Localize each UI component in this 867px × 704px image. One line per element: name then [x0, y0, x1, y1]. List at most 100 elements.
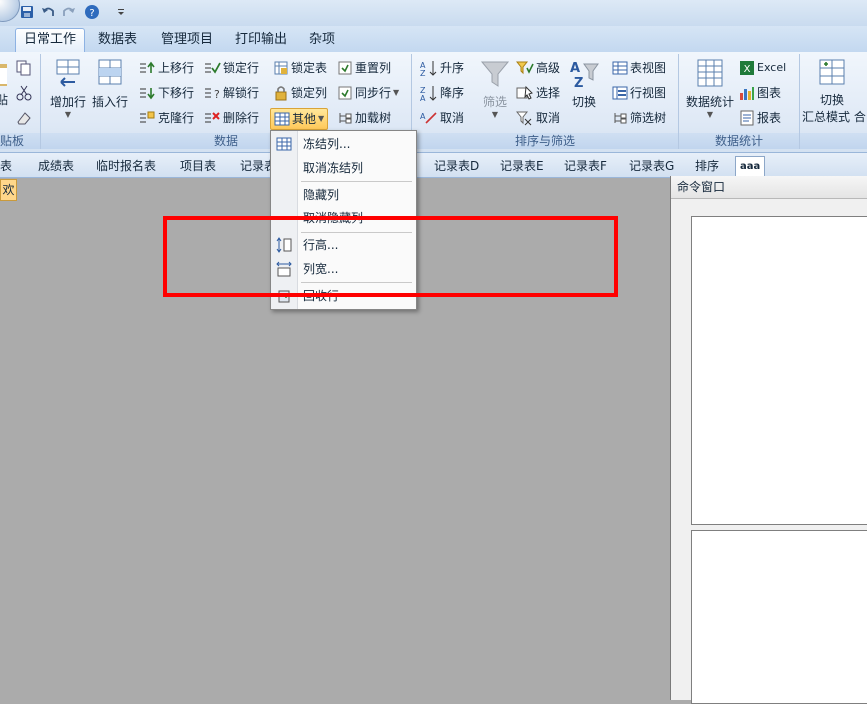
table-view-button[interactable]: 表视图 — [612, 58, 666, 78]
clone-row-button[interactable]: 克隆行 — [138, 108, 194, 128]
sort-desc-button[interactable]: ZA 降序 — [420, 83, 464, 103]
padlock-icon — [275, 86, 287, 101]
ribbon-tab-bar: 日常工作 数据表 管理项目 打印输出 杂项 — [0, 26, 867, 53]
menu-item-unfreeze-columns[interactable]: 取消冻结列 — [271, 157, 416, 179]
tab-misc[interactable]: 杂项 — [301, 29, 343, 51]
insert-row-button[interactable]: 插入行 — [91, 58, 129, 110]
filter-label: 筛选 — [482, 95, 507, 109]
bar-chart-icon — [740, 87, 754, 100]
paste-button[interactable]: 贴 — [0, 62, 10, 108]
summary-mode-icon — [819, 59, 845, 85]
tab-print-output[interactable]: 打印输出 — [227, 29, 295, 51]
filter-button[interactable]: 筛选 ▼ — [478, 58, 512, 119]
paste-label: 贴 — [0, 93, 8, 107]
svg-text:?: ? — [89, 8, 94, 19]
cancel-filter-button[interactable]: 取消 — [516, 108, 560, 128]
other-dropdown-button[interactable]: 其他 ▼ — [270, 108, 329, 130]
clipboard-group: 贴 贴板 — [0, 54, 41, 149]
lock-table-button[interactable]: 锁定表 — [273, 58, 327, 78]
sync-row-button[interactable]: 同步行 ▼ — [337, 83, 399, 103]
switch-summary-button[interactable]: 切换 汇总模式 合 — [802, 58, 866, 125]
cancel-sort-icon: A — [420, 112, 437, 124]
lock-row-icon — [205, 62, 221, 74]
statistics-group: 数据统计 ▼ X Excel 图表 报表 数据统计 — [679, 54, 800, 149]
row-view-button[interactable]: 行视图 — [612, 83, 666, 103]
sheet-tab[interactable]: 项目表 — [180, 156, 216, 176]
sheet-tab[interactable]: 成绩表 — [38, 156, 74, 176]
sheet-tab-active[interactable]: aaa — [735, 156, 766, 177]
freeze-columns-icon — [276, 137, 292, 151]
chart-button[interactable]: 图表 — [739, 83, 781, 103]
sheet-tab[interactable]: 排序 — [695, 156, 719, 176]
undo-icon[interactable] — [39, 3, 57, 21]
tree-icon — [339, 113, 352, 124]
sheet-tab[interactable]: 记录表D — [434, 156, 479, 176]
tab-data-table[interactable]: 数据表 — [90, 29, 145, 51]
delete-row-button[interactable]: 删除行 — [203, 108, 259, 128]
sort-asc-button[interactable]: AZ 升序 — [420, 58, 464, 78]
eraser-icon[interactable] — [16, 110, 32, 129]
load-tree-button[interactable]: 加载树 — [337, 108, 391, 128]
toggle-sort-button[interactable]: AZ 切换 — [564, 58, 604, 110]
ribbon: 贴 贴板 增加行 ▼ 插入行 上移行 下移行 克隆行 锁定行 ? 解锁行 删除行… — [0, 52, 867, 153]
data-statistics-label: 数据统计 — [685, 95, 734, 109]
sort-asc-icon: AZ — [420, 61, 437, 77]
customize-icon[interactable] — [112, 3, 130, 21]
cut-icon[interactable] — [16, 85, 32, 104]
table-grid-icon — [274, 112, 290, 126]
tab-daily-work[interactable]: 日常工作 — [15, 28, 86, 53]
sheet-tab[interactable]: 记录表G — [629, 156, 674, 176]
data-statistics-button[interactable]: 数据统计 ▼ — [683, 58, 737, 119]
menu-item-freeze-columns[interactable]: 冻结列... — [271, 133, 416, 155]
left-cell[interactable]: 欢 — [0, 179, 17, 201]
toggle-sort-label: 切换 — [571, 95, 596, 109]
command-input-pane[interactable] — [691, 530, 867, 704]
statistics-icon — [697, 59, 723, 87]
quick-access-toolbar: ? — [0, 0, 867, 27]
chevron-down-icon: ▼ — [318, 114, 325, 123]
lock-column-button[interactable]: 锁定列 — [273, 83, 327, 103]
sheet-tab[interactable]: 临时报名表 — [96, 156, 156, 176]
report-button[interactable]: 报表 — [739, 108, 781, 128]
chevron-down-icon: ▼ — [393, 88, 400, 97]
tab-manage-project[interactable]: 管理项目 — [153, 29, 221, 51]
svg-text:A: A — [420, 94, 426, 102]
clipboard-group-label: 贴板 — [0, 133, 40, 149]
switch-extra: 合 — [853, 110, 866, 124]
reset-column-button[interactable]: 重置列 — [337, 58, 391, 78]
cancel-filter-icon — [516, 111, 532, 126]
sheet-tab[interactable]: 记录表E — [500, 156, 544, 176]
filter-tree-button[interactable]: 筛选树 — [612, 108, 666, 128]
move-up-icon — [140, 61, 155, 73]
select-filter-button[interactable]: 选择 — [516, 83, 560, 103]
menu-item-hide-columns[interactable]: 隐藏列 — [271, 184, 416, 206]
unlock-row-button[interactable]: ? 解锁行 — [203, 83, 259, 103]
redo-icon[interactable] — [60, 3, 78, 21]
switch-group-label-bar — [800, 133, 867, 149]
app-orb-button[interactable] — [0, 0, 20, 22]
command-output-pane[interactable] — [691, 216, 867, 525]
sheet-tab[interactable]: 表 — [0, 156, 12, 176]
advanced-filter-button[interactable]: 高级 — [516, 58, 560, 78]
lock-table-icon — [274, 61, 288, 75]
command-window: 命令窗口 — [670, 176, 867, 704]
unlock-row-icon: ? — [205, 88, 220, 101]
excel-icon: X — [740, 61, 754, 75]
excel-export-button[interactable]: X Excel — [739, 58, 786, 78]
copy-icon[interactable] — [16, 60, 32, 79]
row-view-icon — [612, 86, 628, 100]
svg-text:Z: Z — [420, 69, 426, 77]
save-icon[interactable] — [18, 3, 36, 21]
move-down-button[interactable]: 下移行 — [138, 83, 194, 103]
move-up-button[interactable]: 上移行 — [138, 58, 194, 78]
sort-filter-group: AZ 升序 ZA 降序 A 取消 筛选 ▼ 高级 选择 取消 AZ 切换 表视图… — [412, 54, 679, 149]
svg-text:A: A — [420, 112, 426, 121]
lock-row-button[interactable]: 锁定行 — [203, 58, 259, 78]
add-row-button[interactable]: 增加行 ▼ — [46, 58, 90, 119]
cancel-sort-button[interactable]: A 取消 — [420, 108, 464, 128]
sheet-tab[interactable]: 记录表F — [564, 156, 607, 176]
sort-desc-icon: ZA — [420, 86, 437, 102]
table-view-icon — [612, 61, 628, 75]
svg-text:Z: Z — [574, 76, 583, 90]
help-icon[interactable]: ? — [83, 3, 101, 21]
